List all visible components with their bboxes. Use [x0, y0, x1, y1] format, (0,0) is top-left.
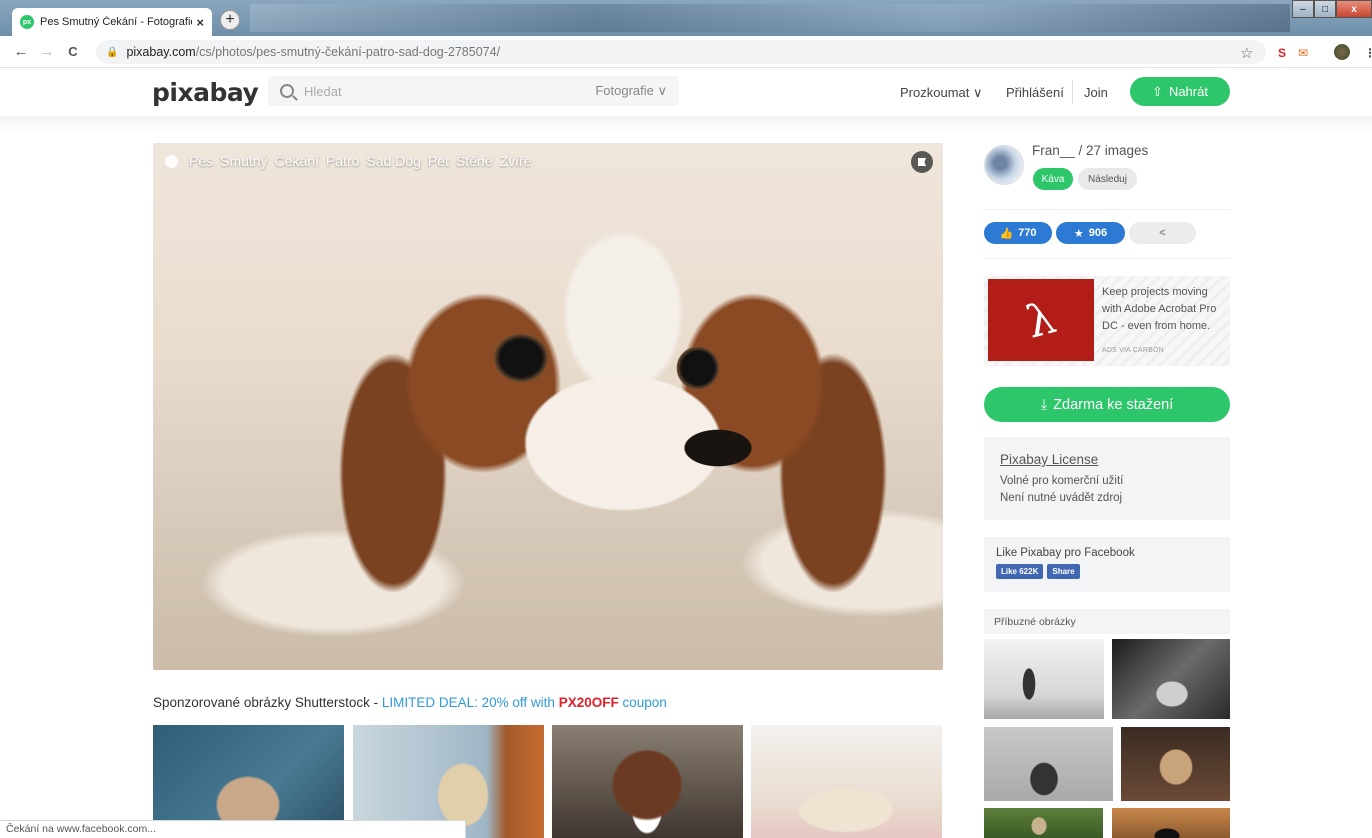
coupon-suffix[interactable]: coupon: [619, 695, 666, 710]
tab-close-icon[interactable]: ×: [196, 15, 204, 30]
browser-tab[interactable]: px Pes Smutný Čekání - Fotografie z ×: [12, 8, 212, 36]
license-box: Pixabay License Volné pro komerční užití…: [984, 437, 1230, 520]
free-download-button[interactable]: ⤓ Zdarma ke stažení: [984, 387, 1230, 422]
tag-link[interactable]: Patro: [326, 153, 359, 169]
favorite-count: 906: [1088, 227, 1108, 239]
upload-label: Nahrát: [1168, 84, 1208, 99]
join-link[interactable]: Join: [1084, 85, 1108, 100]
share-button[interactable]: <: [1129, 222, 1196, 244]
photo-tags: Pes Smutný Čekání Patro Sad Dog Pet Štěn…: [165, 153, 531, 169]
facebook-box: Like Pixabay pro Facebook Like 622K Shar…: [984, 537, 1230, 592]
tag-link[interactable]: Čekání: [275, 153, 319, 169]
close-window-icon[interactable]: x: [1336, 0, 1372, 18]
extension-mail-icon[interactable]: ✉: [1298, 46, 1308, 60]
extension-s-icon[interactable]: S: [1278, 46, 1286, 60]
acrobat-icon: λ: [1020, 291, 1062, 349]
tag-link[interactable]: Pes: [189, 153, 213, 169]
tag-link[interactable]: Pet: [428, 153, 449, 169]
forward-button[interactable]: →: [34, 43, 60, 60]
ad-text[interactable]: Keep projects moving with Adobe Acrobat …: [1102, 284, 1226, 335]
related-image[interactable]: [1121, 727, 1230, 801]
header-shadow: [0, 116, 1372, 134]
sponsored-thumbnail[interactable]: [552, 725, 743, 838]
follow-button[interactable]: Následuj: [1078, 168, 1137, 190]
status-bar: Čekání na www.facebook.com...: [0, 820, 466, 838]
deal-link[interactable]: LIMITED DEAL: 20% off with: [382, 695, 559, 710]
pixabay-favicon-icon: px: [20, 15, 34, 29]
favorite-button[interactable]: ★ 906: [1056, 222, 1125, 244]
sidebar-divider: [984, 209, 1230, 210]
tag-link[interactable]: Sad Dog: [366, 153, 420, 169]
flag-icon[interactable]: [911, 151, 933, 173]
related-image[interactable]: [984, 727, 1113, 801]
thumbs-up-icon: 👍: [999, 227, 1014, 240]
related-image[interactable]: [984, 808, 1103, 838]
upload-icon: ⇧: [1152, 83, 1163, 99]
like-button[interactable]: 👍 770: [984, 222, 1052, 244]
browser-menu-icon[interactable]: ⋮: [1364, 46, 1372, 60]
ad-via-label[interactable]: ADS VIA CARBON: [1102, 347, 1164, 354]
like-count: 770: [1018, 227, 1037, 239]
share-icon: <: [1159, 227, 1166, 239]
new-tab-button[interactable]: +: [220, 10, 240, 30]
reload-button[interactable]: C: [60, 44, 86, 59]
carbon-ad[interactable]: λ Keep projects moving with Adobe Acroba…: [984, 276, 1230, 366]
upload-button[interactable]: ⇧ Nahrát: [1130, 77, 1230, 106]
main-photo[interactable]: Pes Smutný Čekání Patro Sad Dog Pet Štěn…: [153, 143, 943, 670]
tag-link[interactable]: Smutný: [220, 153, 267, 169]
sidebar-divider: [984, 258, 1230, 259]
license-link[interactable]: Pixabay License: [1000, 452, 1214, 467]
author-avatar[interactable]: [984, 145, 1024, 185]
related-image[interactable]: [984, 639, 1104, 719]
back-button[interactable]: ←: [8, 43, 34, 60]
facebook-buttons: Like 622K Share: [996, 564, 1218, 579]
star-icon: ★: [1073, 227, 1084, 240]
coffee-button[interactable]: Káva: [1033, 168, 1073, 190]
lock-icon: 🔒: [106, 46, 119, 58]
bookmark-star-icon[interactable]: ☆: [1240, 44, 1253, 62]
login-link[interactable]: Přihlášení: [1006, 85, 1064, 100]
related-images-heading: Příbuzné obrázky: [984, 609, 1230, 634]
search-bar: Fotografie ∨: [268, 76, 679, 106]
download-icon: ⤓: [1040, 396, 1048, 413]
header-divider: [1072, 80, 1073, 104]
explore-menu[interactable]: Prozkoumat ∨: [900, 85, 983, 101]
related-image[interactable]: [1112, 808, 1230, 838]
browser-tab-strip: px Pes Smutný Čekání - Fotografie z × + …: [0, 0, 1372, 36]
url-path: /cs/photos/pes-smutný-čekání-patro-sad-d…: [195, 45, 501, 59]
address-bar: ← → C 🔒 pixabay.com /cs/photos/pes-smutn…: [0, 36, 1372, 68]
search-type-dropdown[interactable]: Fotografie ∨: [595, 83, 667, 99]
maximize-icon[interactable]: □: [1314, 0, 1336, 18]
tag-link[interactable]: Štěně: [456, 153, 493, 169]
ad-image[interactable]: λ: [988, 279, 1094, 361]
sponsored-line: Sponzorované obrázky Shutterstock - LIMI…: [153, 695, 667, 710]
window-controls: – □ x: [1292, 0, 1372, 18]
coupon-code[interactable]: PX20OFF: [559, 695, 619, 710]
url-host: pixabay.com: [126, 45, 196, 59]
url-field[interactable]: 🔒 pixabay.com /cs/photos/pes-smutný-čeká…: [96, 40, 1266, 64]
minimize-icon[interactable]: –: [1292, 0, 1314, 18]
download-label: Zdarma ke stažení: [1053, 396, 1174, 413]
site-header: pixabay Fotografie ∨ Prozkoumat ∨ Přihlá…: [0, 68, 1372, 116]
author-name[interactable]: Fran__ / 27 images: [1032, 143, 1148, 158]
sponsored-prefix: Sponzorované obrázky Shutterstock -: [153, 695, 382, 710]
search-input[interactable]: [304, 83, 594, 99]
license-line: Není nutné uvádět zdroj: [1000, 492, 1123, 504]
pixabay-logo[interactable]: pixabay: [152, 78, 259, 107]
facebook-share-button[interactable]: Share: [1047, 564, 1080, 579]
facebook-like-button[interactable]: Like 622K: [996, 564, 1044, 579]
profile-avatar-icon[interactable]: [1334, 44, 1350, 60]
tag-link[interactable]: Zvíře: [500, 153, 532, 169]
search-icon: [280, 84, 294, 98]
license-line: Volné pro komerční užití: [1000, 475, 1124, 487]
related-image[interactable]: [1112, 639, 1230, 719]
tag-icon: [165, 154, 178, 168]
facebook-text: Like Pixabay pro Facebook: [996, 547, 1135, 559]
tab-title: Pes Smutný Čekání - Fotografie z: [40, 16, 193, 28]
sponsored-thumbnail[interactable]: [751, 725, 942, 838]
